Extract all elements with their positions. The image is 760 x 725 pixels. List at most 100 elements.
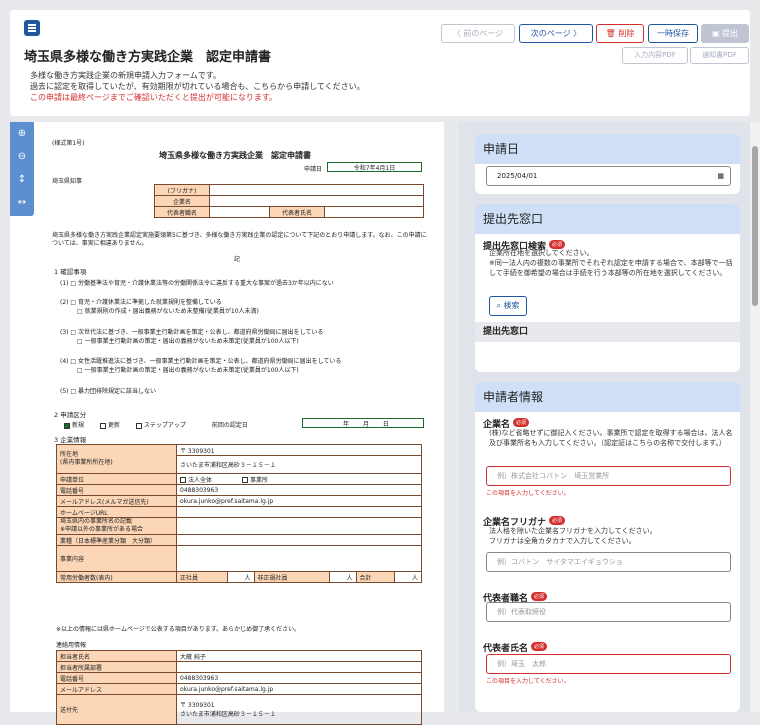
doc-hp-label: ホームページURL [56,506,177,518]
card-window: 提出先窓口 提出先窓口検索 必須 企業所在地を選択してください。 ※同一法人内の複… [475,204,740,372]
doc-p3-label: 電話番号 [56,672,177,684]
card-window-heading: 提出先窓口 [475,204,740,234]
rep-name-text: 代表者氏名 [483,644,529,654]
doc-p4-value: okura.junko@pref.saitama.lg.jp [176,683,422,695]
submit-icon: ▣ [711,29,723,38]
viewer-toolbar: ⊕ ⊖ ↕ ↔ [10,122,34,216]
doc-category: 新規 更新 ステップアップ 前回の認定日 [64,420,248,429]
rep-name-input[interactable]: 例）埼玉 太郎 [486,654,731,674]
doc-section-2: 2 申請区分 [54,411,87,419]
doc-p1-label: 担当者氏名 [56,650,177,662]
doc-tel: 0488303963 [176,484,422,496]
rep-title-input[interactable]: 例）代表取締役 [486,602,731,622]
doc-check-unit2 [242,477,249,483]
doc-check-new [64,422,70,429]
doc-check-4: (4) □ 女性活躍推進法に基づき、一般事業主行動計画を策定・公表し、都道府県労… [60,358,342,365]
card-date: 申請日 2025/04/01 ▦ [475,134,740,194]
doc-p5-zip: 〒 3309301 [180,701,215,709]
doc-applicant-table: (フリガナ) 企業名 代表者職名 代表者氏名 [154,184,424,218]
doc-prev-date-label: 前回の認定日 [211,422,248,429]
calendar-icon: ▦ [717,172,724,180]
doc-category-renew: 更新 [107,422,120,429]
company-input[interactable]: 例）株式会社コバトン 埼玉営業所 [486,466,731,486]
trash-icon: 🗑 [605,29,619,38]
doc-branch-l2: ※申請以外の事業所がある場合 [60,526,144,533]
zoom-out-icon[interactable]: ⊖ [10,145,34,168]
save-button[interactable]: 一時保存 [648,24,698,43]
delete-button[interactable]: 🗑 削除 [596,24,644,43]
card-applicant: 申請者情報 企業名 必須 (株)など省略せずに御記入ください。事業所で認定を取得す… [475,382,740,712]
submit-button[interactable]: ▣ 提出 [701,24,749,43]
input-pdf-button[interactable]: 入力内容PDF [622,47,688,64]
doc-p3-value: 0488303963 [176,672,422,684]
form-icon [24,20,40,36]
doc-ki: 記 [234,256,241,263]
doc-title: 埼玉県多様な働き方実践企業 認定申請書 [159,151,311,160]
doc-emp3-unit: 人 [394,571,422,583]
prev-page-button[interactable]: 〈 前のページ [441,24,515,43]
desc-line-2: 過去に認定を取得していたが、有効期限が切れている場合も、こちらから申請してくださ… [30,82,365,91]
doc-section-3: 3 企業情報 [54,436,87,444]
search-label: 検索 [503,301,520,310]
scrollbar[interactable] [750,122,760,712]
doc-emp1-unit: 人 [227,571,255,583]
doc-p4-label: メールアドレス [56,683,177,695]
doc-check-2b: □ 就業規則の作成・届出義務がないため未整備(従業員が10人未満) [77,308,259,315]
delete-label: 削除 [618,29,635,38]
doc-mail: okura.junko@pref.saitama.lg.jp [176,495,422,507]
doc-emp-label: 常用労働者数(表内) [56,571,177,583]
rep-name-error: この項目を入力してください。 [486,678,570,685]
doc-category-new: 新規 [72,422,85,429]
doc-emp3: 合計 [355,571,396,583]
date-value: 2025/04/01 [497,172,538,180]
doc-form-no: (様式第1号) [52,140,85,147]
company-desc: (株)など省略せずに御記入ください。事業所で認定を取得する場合は、法人名及び事業… [489,429,733,447]
doc-unit1: 法人全体 [188,476,213,484]
company-error: この項目を入力してください。 [486,490,570,497]
doc-section-4: 連絡用情報 [56,642,87,649]
page-title: 埼玉県多様な働き方実践企業 認定申請書 [24,50,272,65]
next-page-button[interactable]: 次のページ 〉 [519,24,593,43]
doc-check-4b: □ 一般事業主行動計画の策定・届出の義務がないため未策定(従業員が100人以下) [77,367,299,374]
fit-height-icon[interactable]: ↕ [10,168,34,191]
doc-section-1: 1 確認事項 [54,268,87,276]
search-icon: ⌕ [496,301,504,310]
doc-check-3b: □ 一般事業主行動計画の策定・届出の義務がないため未策定(従業員が100人以下) [77,338,299,345]
doc-loc-l1: 所在地 [60,451,79,458]
search-button[interactable]: ⌕ 検索 [489,296,527,316]
doc-furigana: (フリガナ) [154,184,210,196]
doc-to: 埼玉県知事 [52,178,83,185]
doc-category-stepup: ステップアップ [143,422,186,429]
doc-prev-date-box: 年 月 日 [302,418,424,428]
doc-p5-label: 送付先 [56,694,177,725]
doc-check-renew [99,422,106,429]
fit-width-icon[interactable]: ↔ [10,191,34,214]
doc-emp2-unit: 人 [329,571,357,583]
page-description: 多様な働き方実践企業の新規申請入力フォームです。 過去に認定を取得していたが、有… [30,70,365,103]
doc-mail-label: メールアドレス(メルマガ送信先) [56,495,177,507]
doc-emp2: 非正規社員 [253,571,331,583]
window-label: 提出先窓口 [475,322,740,342]
doc-business-label: 事業内容 [56,545,177,572]
scrollbar-thumb[interactable] [752,146,758,306]
doc-year: 年 [343,421,350,428]
doc-loc-l2: (県内事業所所在地) [60,459,113,466]
submit-label: 提出 [722,29,739,38]
form-document: (様式第1号) 埼玉県多様な働き方実践企業 認定申請書 申請日 令和7年4月1日… [44,134,434,725]
notice-pdf-button[interactable]: 通知書PDF [690,47,749,64]
doc-unit-label: 申請単位 [56,473,177,485]
doc-unit2: 事業所 [250,476,269,484]
doc-date-label: 申請日 [304,166,323,173]
doc-day: 日 [382,421,389,428]
card-date-heading: 申請日 [475,134,740,164]
date-input[interactable]: 2025/04/01 ▦ [486,166,731,186]
doc-check-unit1 [180,477,186,483]
doc-company: 企業名 [154,195,210,207]
kana-desc: 法人格を除いた企業名フリガナを入力してください。 フリガナは全角カタカナで入力し… [489,527,657,545]
card-applicant-heading: 申請者情報 [475,382,740,412]
kana-input[interactable]: 例）コバトン サイタマエイギョウショ [486,552,731,572]
doc-check-1: (1) □ 労働基準法や育児・介護休業法等の労働関係法令に違反する重大な事案が過… [60,280,334,287]
zoom-in-icon[interactable]: ⊕ [10,122,34,145]
doc-p5-addr: さいたま市浦和区高砂３－１５－１ [180,710,276,718]
doc-industry-label: 業種（日本標準産業分類 大分類） [56,534,177,546]
